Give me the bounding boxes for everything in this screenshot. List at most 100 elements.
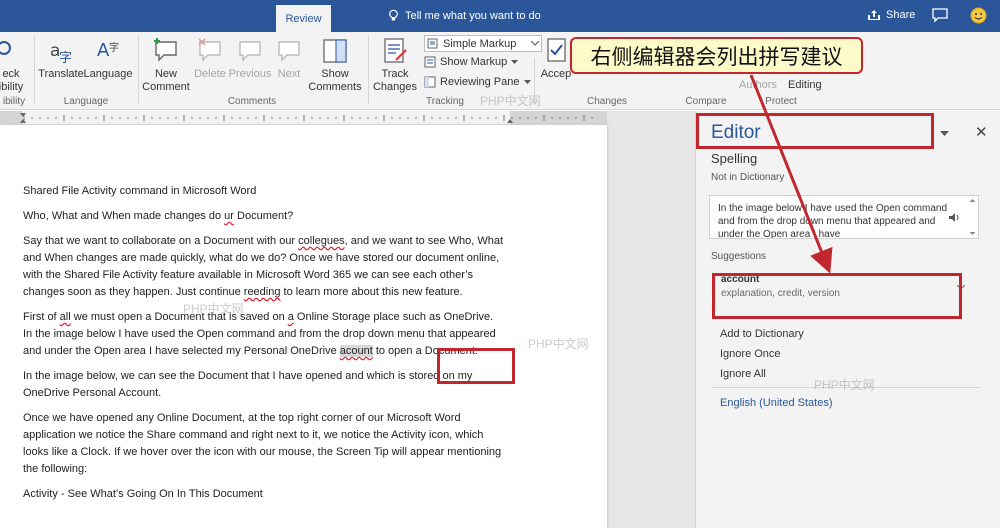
group-comments-label: Comments xyxy=(227,96,277,107)
doc-line-2: Who, What and When made changes do ur Do… xyxy=(23,208,503,225)
block-authors-button[interactable]: Authors xyxy=(739,79,777,91)
show-comments-label-1: Show xyxy=(321,68,349,80)
markup-doc-icon xyxy=(427,38,438,49)
new-comment-label-2: Comment xyxy=(142,81,190,93)
title-bar: Review Tell me what you want to do Share xyxy=(0,0,1000,32)
annotation-box-misspelled-word xyxy=(437,348,515,384)
language-button[interactable]: A字 Language xyxy=(83,36,133,81)
tell-me-text: Tell me what you want to do xyxy=(405,9,541,22)
reviewing-pane-button[interactable]: Reviewing Pane xyxy=(424,76,531,88)
display-for-review-select[interactable]: Simple Markup xyxy=(424,35,542,52)
track-changes-icon xyxy=(384,38,407,63)
group-language-label: Language xyxy=(63,96,109,107)
translate-label: Translate xyxy=(38,68,84,80)
speaker-icon[interactable] xyxy=(948,210,961,228)
context-scrollbar[interactable] xyxy=(968,197,977,237)
misspelled-word[interactable]: collegues xyxy=(298,235,344,247)
chevron-down-icon xyxy=(511,60,519,64)
language-icon: A字 xyxy=(97,40,119,61)
accept-label: Accep xyxy=(540,68,572,80)
ribbon-separator xyxy=(368,36,369,104)
new-comment-icon xyxy=(154,38,177,62)
annotation-box-suggestion xyxy=(712,273,962,319)
text-run: to learn more about this new feature. xyxy=(280,286,463,298)
accept-icon xyxy=(547,38,566,62)
track-changes-button[interactable]: Track Changes xyxy=(370,36,420,94)
share-icon xyxy=(868,10,880,20)
context-sentence: In the image below I have used the Open … xyxy=(718,203,948,239)
show-markup-label: Show Markup xyxy=(440,56,508,68)
grammar-flag-word[interactable]: all xyxy=(60,311,71,323)
delete-comment-icon xyxy=(198,38,221,62)
delete-label: Delete xyxy=(194,68,226,80)
doc-para-1: Say that we want to collaborate on a Doc… xyxy=(23,233,503,301)
new-comment-button[interactable]: New Comment xyxy=(140,36,192,94)
close-icon[interactable]: ✕ xyxy=(975,123,988,141)
comments-icon[interactable] xyxy=(932,8,948,28)
horizontal-ruler[interactable] xyxy=(0,111,607,125)
misspelled-word[interactable]: ur xyxy=(224,210,234,222)
language-link[interactable]: English (United States) xyxy=(720,397,833,409)
ignore-all-button[interactable]: Ignore All xyxy=(720,368,766,380)
tab-review[interactable]: Review xyxy=(276,5,331,32)
previous-label: Previous xyxy=(228,68,272,80)
ribbon-separator xyxy=(34,36,35,104)
svg-text:字: 字 xyxy=(59,51,72,66)
context-sentence-box: In the image below I have used the Open … xyxy=(709,195,979,239)
ruler-margin xyxy=(607,111,695,125)
next-comment-button[interactable]: Next xyxy=(272,36,306,81)
reviewing-pane-label: Reviewing Pane xyxy=(440,76,520,88)
language-label: Language xyxy=(83,68,133,80)
watermark: PHP中文网 xyxy=(528,337,589,351)
watermark: PHP中文网 xyxy=(183,302,244,316)
doc-para-2: First of all we must open a Document tha… xyxy=(23,309,503,360)
suggestions-label: Suggestions xyxy=(711,251,767,262)
text-run: Say that we want to collaborate on a Doc… xyxy=(23,235,299,247)
delete-comment-button[interactable]: Delete xyxy=(192,36,228,81)
new-comment-label-1: New xyxy=(154,68,177,80)
previous-comment-button[interactable]: Previous xyxy=(228,36,272,81)
document-body[interactable]: Shared File Activity command in Microsof… xyxy=(23,183,503,511)
doc-title-line: Shared File Activity command in Microsof… xyxy=(23,185,257,197)
annotation-callout: 右侧编辑器会列出拼写建议 xyxy=(570,37,863,74)
chevron-down-icon xyxy=(940,131,949,136)
ignore-once-button[interactable]: Ignore Once xyxy=(720,348,781,360)
watermark: PHP中文网 xyxy=(814,378,875,392)
document-page[interactable]: Shared File Activity command in Microsof… xyxy=(0,125,607,528)
spelling-heading: Spelling xyxy=(711,151,758,166)
misspelled-word[interactable]: reeding xyxy=(244,286,281,298)
accessibility-label-2: ibility xyxy=(0,81,24,93)
ribbon-separator xyxy=(138,36,139,104)
share-button[interactable]: Share xyxy=(867,9,915,21)
watermark: PHP中文网 xyxy=(480,94,541,108)
lightbulb-icon xyxy=(389,9,398,21)
text-run: First of xyxy=(23,311,60,323)
svg-text:字: 字 xyxy=(109,41,119,54)
show-comments-button[interactable]: Show Comments xyxy=(306,36,364,94)
text-run: we must open a Document that is saved on xyxy=(70,311,288,323)
group-accessibility-label: ibility xyxy=(2,96,26,107)
share-label: Share xyxy=(886,9,916,21)
previous-comment-icon xyxy=(239,41,261,62)
text-run: Who, What and When made changes do xyxy=(23,210,225,222)
tell-me-box[interactable]: Tell me what you want to do xyxy=(388,9,541,22)
restrict-editing-button[interactable]: Editing xyxy=(788,79,822,91)
show-markup-icon xyxy=(424,56,436,68)
show-comments-icon xyxy=(323,39,347,63)
accessibility-button[interactable]: eck ibility xyxy=(0,36,30,94)
annotation-box-editor-title xyxy=(696,113,934,149)
pane-options-dropdown[interactable] xyxy=(940,124,949,142)
feedback-smiley-icon[interactable] xyxy=(970,7,987,29)
selected-misspelled-word[interactable]: acount xyxy=(339,345,373,357)
add-to-dictionary-button[interactable]: Add to Dictionary xyxy=(720,328,804,340)
translate-icon: a字 xyxy=(50,41,72,66)
chevron-down-icon xyxy=(523,80,531,84)
show-markup-button[interactable]: Show Markup xyxy=(424,56,519,68)
group-protect-label: Protect xyxy=(765,96,797,107)
next-comment-icon xyxy=(278,41,300,62)
translate-button[interactable]: a字 Translate xyxy=(38,36,84,81)
doc-para-3: In the image below, we can see the Docum… xyxy=(23,370,473,399)
doc-para-5: Activity - See What’s Going On In This D… xyxy=(23,488,263,500)
accessibility-label-1: eck xyxy=(2,68,20,80)
editor-pane: Editor ✕ Spelling Not in Dictionary In t… xyxy=(695,111,1000,528)
